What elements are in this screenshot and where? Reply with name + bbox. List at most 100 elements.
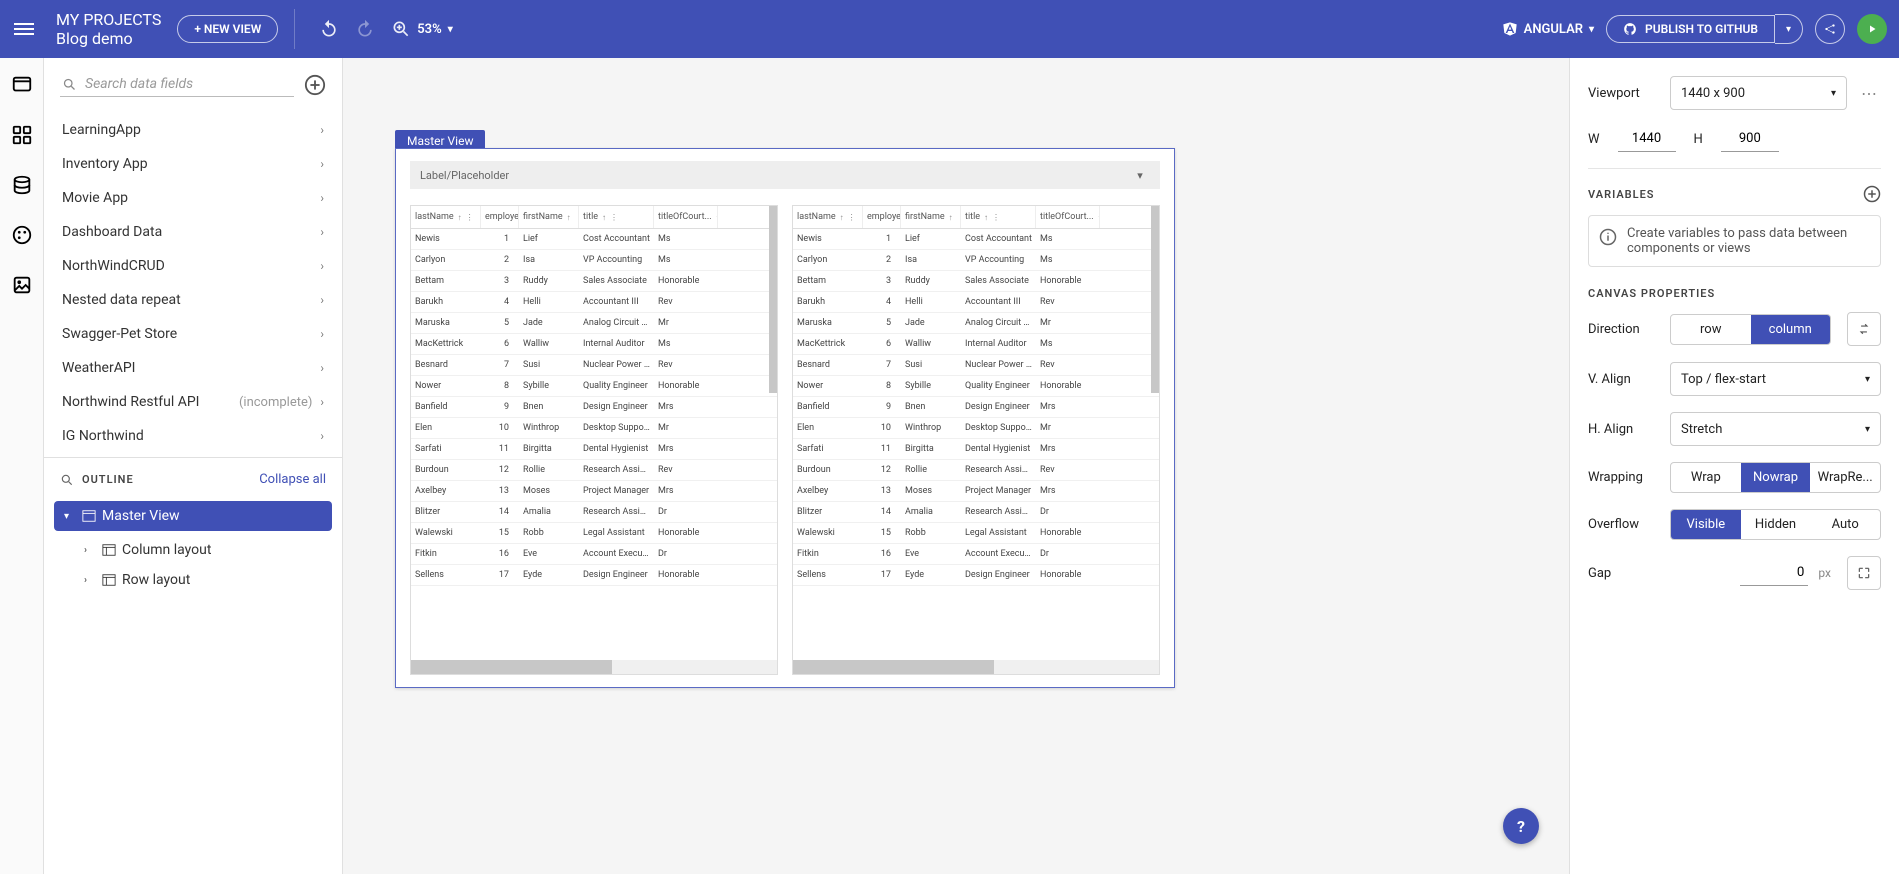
overflow-visible[interactable]: Visible [1671, 510, 1741, 539]
overflow-hidden[interactable]: Hidden [1741, 510, 1811, 539]
share-button[interactable] [1815, 14, 1845, 44]
wrapping-nowrap[interactable]: Nowrap [1741, 463, 1811, 492]
redo-icon[interactable] [355, 19, 375, 39]
overflow-auto[interactable]: Auto [1810, 510, 1880, 539]
column-header[interactable]: title↑⋮ [579, 206, 654, 228]
column-header[interactable]: firstName↑⋮ [519, 206, 579, 228]
scrollbar-v[interactable] [769, 206, 777, 393]
table-row[interactable]: Nower8SybilleQuality EngineerHonorable [411, 376, 777, 397]
new-view-button[interactable]: + NEW VIEW [177, 15, 278, 43]
wrapping-wraprev[interactable]: WrapRe... [1810, 463, 1880, 492]
sidebar-item[interactable]: IG Northwind› [44, 419, 342, 453]
column-header[interactable]: titleOfCourt...↑⋮ [654, 206, 718, 228]
table-row[interactable]: Barukh4HelliAccountant IIIRev [411, 292, 777, 313]
table-row[interactable]: Besnard7SusiNuclear Power E...Rev [793, 355, 1159, 376]
table-row[interactable]: Maruska5JadeAnalog Circuit De...Mr [793, 313, 1159, 334]
scrollbar-h[interactable] [793, 660, 1159, 674]
table-row[interactable]: Elen10WinthropDesktop Support...Mr [793, 418, 1159, 439]
table-row[interactable]: MacKettrick6WalliwInternal AuditorMs [411, 334, 777, 355]
tree-node[interactable]: ›Row layout [74, 565, 322, 595]
halign-select[interactable]: Stretch ▾ [1670, 412, 1881, 446]
zoom-control[interactable]: 53% ▾ [391, 19, 452, 39]
viewport-more[interactable]: ⋯ [1857, 84, 1881, 103]
table-row[interactable]: Besnard7SusiNuclear Power E...Rev [411, 355, 777, 376]
table-row[interactable]: Maruska5JadeAnalog Circuit De...Mr [411, 313, 777, 334]
table-row[interactable]: Walewski15RobbLegal AssistantHonorable [793, 523, 1159, 544]
hamburger-menu[interactable] [12, 17, 36, 41]
table-row[interactable]: Nower8SybilleQuality EngineerHonorable [793, 376, 1159, 397]
column-header[interactable]: title↑⋮ [961, 206, 1036, 228]
table-row[interactable]: Sarfati11BirgittaDental HygienistMrs [793, 439, 1159, 460]
sidebar-item[interactable]: Movie App› [44, 181, 342, 215]
table-row[interactable]: Banfield9BnenDesign EngineerMrs [793, 397, 1159, 418]
data-grid-1[interactable]: lastName↑⋮employeeID↑⋮firstName↑⋮title↑⋮… [410, 205, 778, 675]
views-icon[interactable] [11, 74, 33, 96]
tree-node[interactable]: ›Column layout [74, 535, 322, 565]
table-row[interactable]: Newis1LiefCost AccountantMs [793, 229, 1159, 250]
table-row[interactable]: Banfield9BnenDesign EngineerMrs [411, 397, 777, 418]
data-grid-2[interactable]: lastName↑⋮employeeID↑⋮firstName↑⋮title↑⋮… [792, 205, 1160, 675]
column-header[interactable]: lastName↑⋮ [411, 206, 481, 228]
help-fab[interactable]: ? [1503, 808, 1539, 844]
add-datasource-button[interactable] [304, 74, 326, 96]
table-row[interactable]: Bettam3RuddySales AssociateHonorable [411, 271, 777, 292]
table-row[interactable]: Blitzer14AmaliaResearch Assista...Dr [411, 502, 777, 523]
viewport-select[interactable]: 1440 x 900 ▾ [1670, 76, 1847, 110]
add-variable-button[interactable] [1863, 185, 1881, 203]
theme-icon[interactable] [11, 224, 33, 246]
table-row[interactable]: Carlyon2IsaVP AccountingMs [793, 250, 1159, 271]
components-icon[interactable] [11, 124, 33, 146]
sidebar-item[interactable]: Northwind Restful API(incomplete)› [44, 385, 342, 419]
table-row[interactable]: Barukh4HelliAccountant IIIRev [793, 292, 1159, 313]
table-row[interactable]: Sarfati11BirgittaDental HygienistMrs [411, 439, 777, 460]
table-row[interactable]: Newis1LiefCost AccountantMs [411, 229, 777, 250]
preview-button[interactable] [1857, 14, 1887, 44]
direction-row[interactable]: row [1671, 315, 1751, 344]
column-header[interactable]: lastName↑⋮ [793, 206, 863, 228]
table-row[interactable]: Axelbey13MosesProject ManagerMrs [411, 481, 777, 502]
table-row[interactable]: Sellens17EydeDesign EngineerHonorable [411, 565, 777, 586]
column-header[interactable]: employeeID↑⋮ [863, 206, 901, 228]
gap-input[interactable] [1740, 560, 1808, 586]
data-sources-icon[interactable] [11, 174, 33, 196]
table-row[interactable]: Blitzer14AmaliaResearch Assista...Dr [793, 502, 1159, 523]
table-row[interactable]: Carlyon2IsaVP AccountingMs [411, 250, 777, 271]
direction-swap-button[interactable] [1847, 312, 1881, 346]
width-input[interactable] [1618, 126, 1676, 152]
sidebar-item[interactable]: WeatherAPI› [44, 351, 342, 385]
table-row[interactable]: Fitkin16EveAccount ExecutiveDr [793, 544, 1159, 565]
sidebar-item[interactable]: NorthWindCRUD› [44, 249, 342, 283]
table-row[interactable]: MacKettrick6WalliwInternal AuditorMs [793, 334, 1159, 355]
sidebar-item[interactable]: Dashboard Data› [44, 215, 342, 249]
tree-root[interactable]: ▾ Master View [54, 501, 332, 531]
column-header[interactable]: employeeID↑⋮ [481, 206, 519, 228]
wrapping-wrap[interactable]: Wrap [1671, 463, 1741, 492]
sidebar-item[interactable]: Swagger-Pet Store› [44, 317, 342, 351]
scrollbar-v[interactable] [1151, 206, 1159, 393]
table-row[interactable]: Burdoun12RollieResearch Assista...Rev [793, 460, 1159, 481]
table-row[interactable]: Sellens17EydeDesign EngineerHonorable [793, 565, 1159, 586]
search-input[interactable] [85, 76, 292, 92]
collapse-all-link[interactable]: Collapse all [259, 472, 326, 487]
sidebar-item[interactable]: Inventory App› [44, 147, 342, 181]
framework-selector[interactable]: ANGULAR ▾ [1502, 21, 1594, 37]
table-row[interactable]: Axelbey13MosesProject ManagerMrs [793, 481, 1159, 502]
direction-column[interactable]: column [1751, 315, 1831, 344]
publish-github-button[interactable]: PUBLISH TO GITHUB [1606, 15, 1775, 43]
table-row[interactable]: Bettam3RuddySales AssociateHonorable [793, 271, 1159, 292]
table-row[interactable]: Fitkin16EveAccount ExecutiveDr [411, 544, 777, 565]
column-header[interactable]: titleOfCourt...↑⋮ [1036, 206, 1100, 228]
table-row[interactable]: Burdoun12RollieResearch Assista...Rev [411, 460, 777, 481]
sidebar-item[interactable]: Nested data repeat› [44, 283, 342, 317]
design-frame[interactable]: Label/Placeholder ▾ lastName↑⋮employeeID… [395, 148, 1175, 688]
sidebar-item[interactable]: LearningApp› [44, 113, 342, 147]
publish-dropdown[interactable]: ▾ [1775, 14, 1803, 44]
select-component[interactable]: Label/Placeholder ▾ [410, 161, 1160, 189]
gap-expand-button[interactable] [1847, 556, 1881, 590]
table-row[interactable]: Walewski15RobbLegal AssistantHonorable [411, 523, 777, 544]
undo-icon[interactable] [319, 19, 339, 39]
height-input[interactable] [1721, 126, 1779, 152]
assets-icon[interactable] [11, 274, 33, 296]
valign-select[interactable]: Top / flex-start ▾ [1670, 362, 1881, 396]
scrollbar-h[interactable] [411, 660, 777, 674]
